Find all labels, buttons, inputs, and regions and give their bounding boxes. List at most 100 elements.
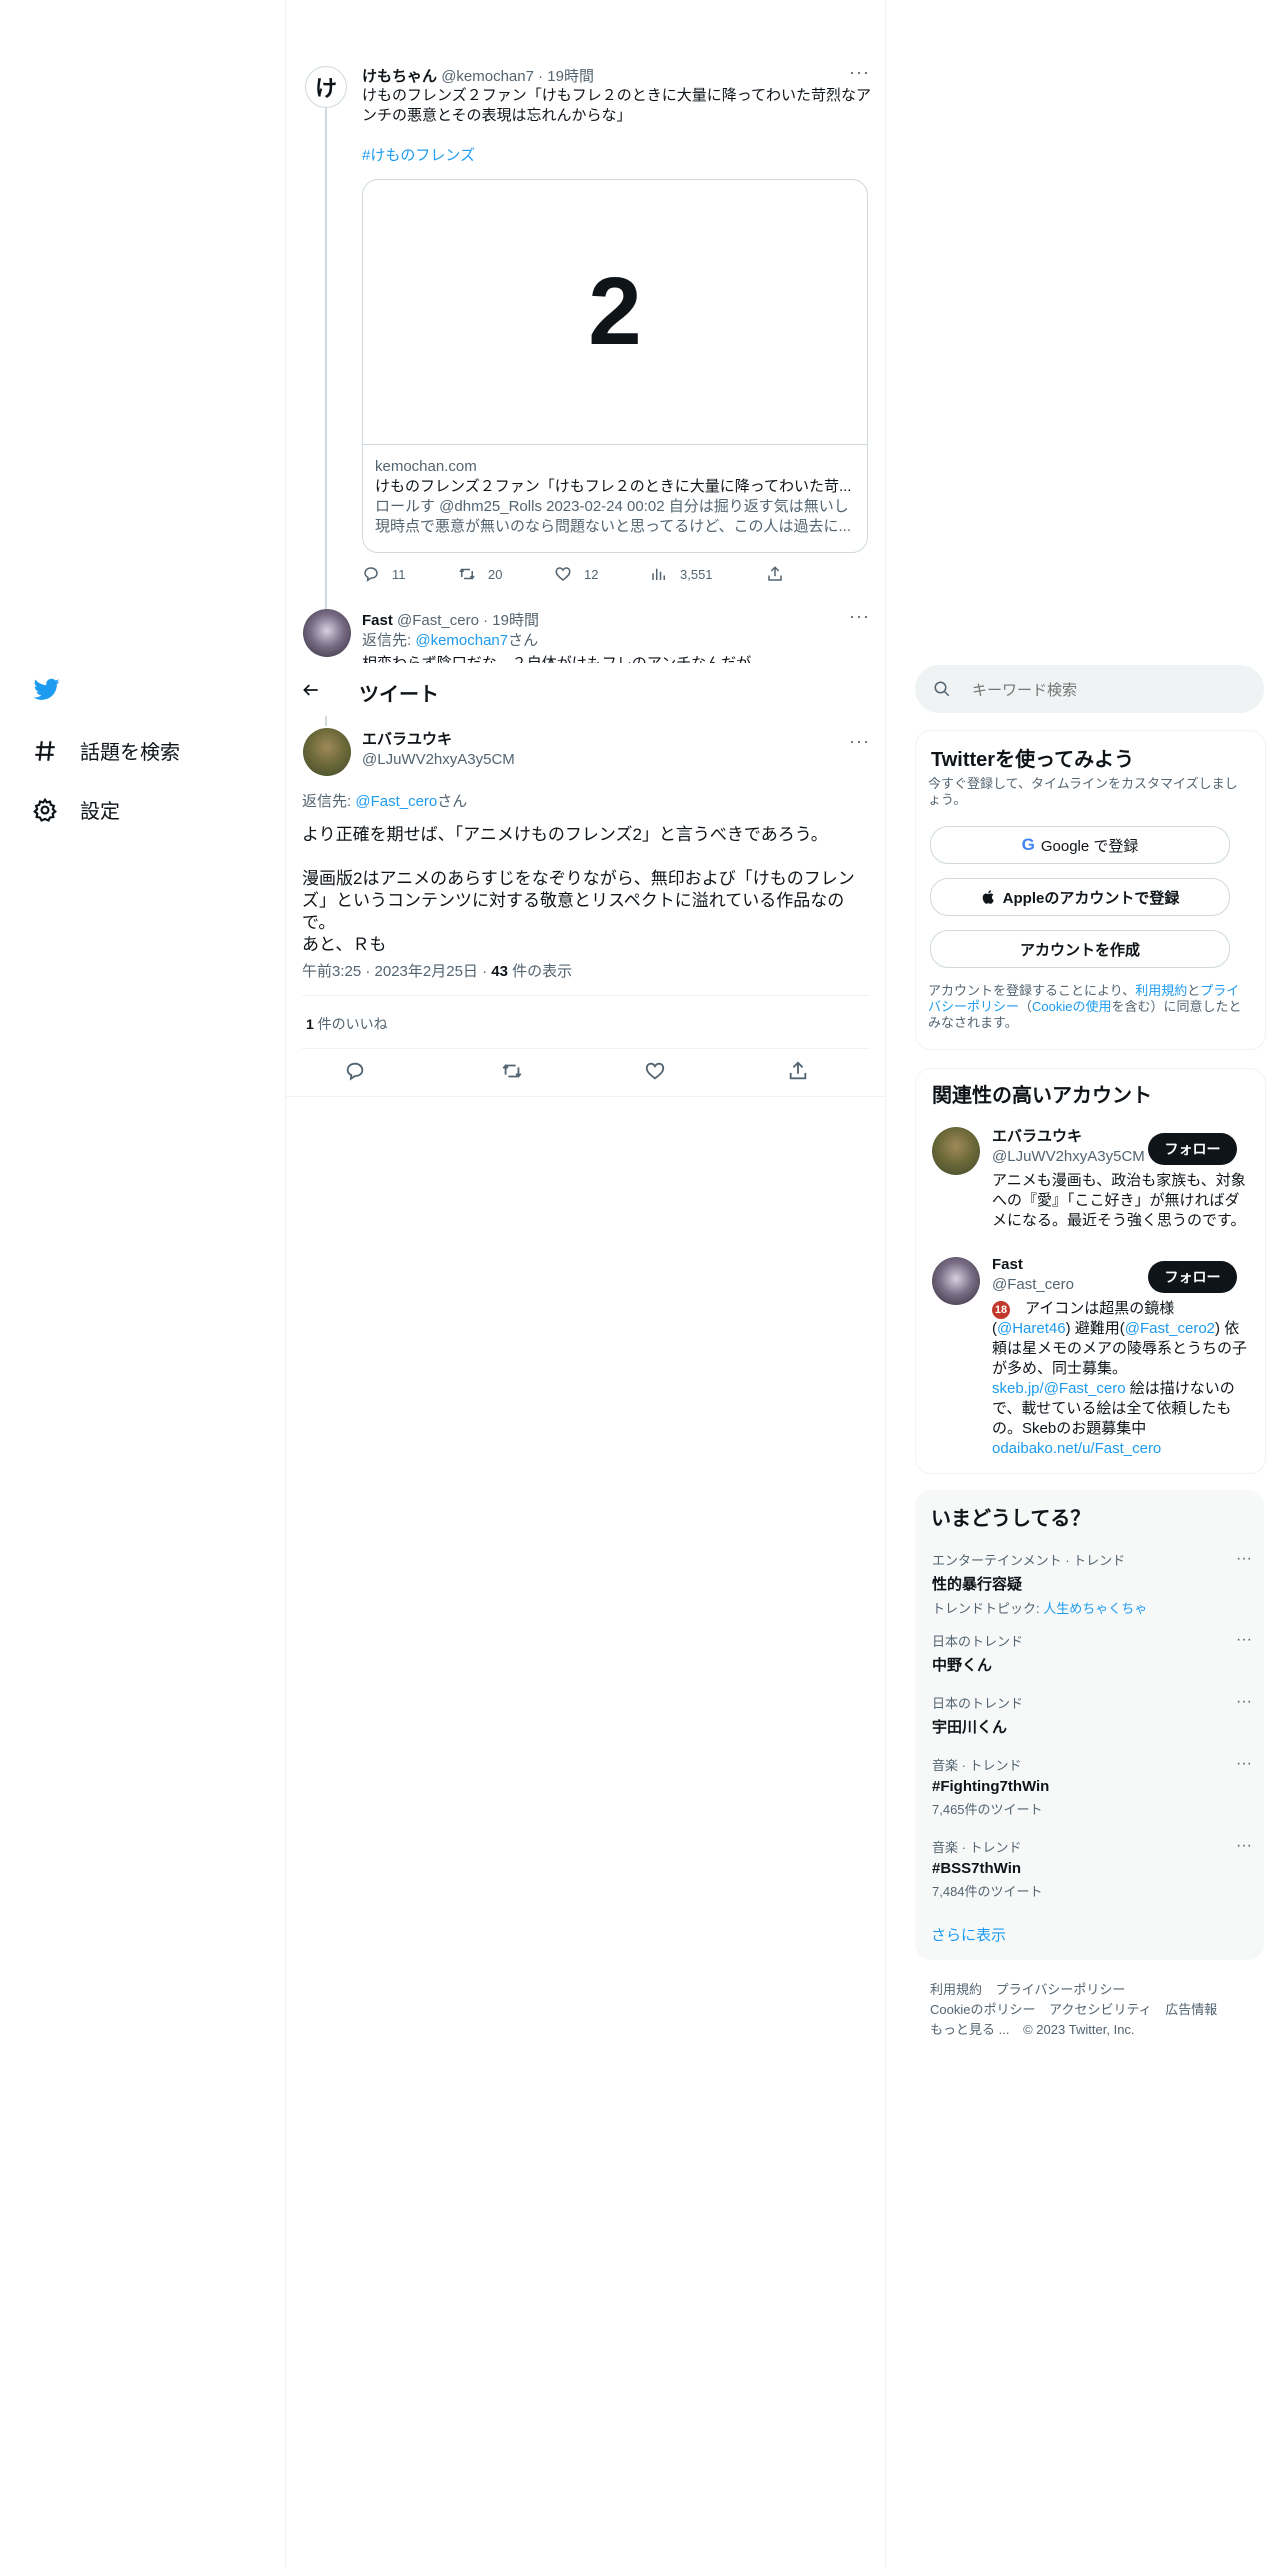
fast-avatar[interactable] xyxy=(303,609,351,657)
more-icon[interactable]: ··· xyxy=(849,62,870,83)
author-handle[interactable]: @LJuWV2hxyA3y5CM xyxy=(362,750,515,770)
more-icon[interactable]: ··· xyxy=(849,731,870,752)
share-icon[interactable] xyxy=(787,1060,809,1082)
author-handle[interactable]: @Fast_cero xyxy=(397,612,479,629)
more-icon[interactable]: ··· xyxy=(1236,1550,1252,1568)
thread-line xyxy=(325,716,327,726)
footer-cookie[interactable]: Cookieのポリシー xyxy=(930,2002,1035,2017)
reply-icon[interactable] xyxy=(344,1060,366,1082)
trends-title: いまどうしてる？ xyxy=(931,1508,1091,1530)
follow-button[interactable]: フォロー xyxy=(1148,1133,1237,1165)
footer-privacy[interactable]: プライバシーポリシー xyxy=(996,1982,1126,1997)
quoted-tweet-header: けもちゃん @kemochan7 · 19時間 xyxy=(362,65,594,86)
more-icon[interactable]: ··· xyxy=(1236,1755,1252,1773)
nav-settings[interactable]: 設定 xyxy=(32,795,120,824)
author-name[interactable]: Fast xyxy=(362,612,393,629)
ebara-avatar[interactable] xyxy=(303,728,351,776)
reply-to-link[interactable]: @Fast_cero xyxy=(355,793,437,810)
likes-count[interactable]: 1 件のいいね xyxy=(306,1014,388,1034)
follow-button[interactable]: フォロー xyxy=(1148,1261,1237,1293)
tweet-time[interactable]: · 19時間 xyxy=(483,612,539,629)
footer-links: 利用規約 プライバシーポリシー Cookieのポリシー アクセシビリティ 広告情… xyxy=(930,1980,1260,2040)
views-button[interactable]: 3,551 xyxy=(650,565,766,583)
more-icon[interactable]: ··· xyxy=(1236,1837,1252,1855)
nav-explore[interactable]: 話題を検索 xyxy=(32,736,180,765)
retweet-button[interactable]: 20 xyxy=(458,565,554,583)
trend-item[interactable]: 音楽 · トレンド #Fighting7thWin 7,465件のツイート ··… xyxy=(932,1755,1252,1818)
show-more-link[interactable]: さらに表示 xyxy=(931,1924,1006,1945)
skeb-link[interactable]: skeb.jp/@Fast_cero xyxy=(992,1380,1126,1397)
google-icon: G xyxy=(1021,835,1035,854)
signup-panel: Twitterを使ってみよう 今すぐ登録して、タイムラインをカスタマイズしましょ… xyxy=(915,730,1266,1050)
age-badge-icon: 18 xyxy=(992,1301,1010,1319)
share-icon xyxy=(768,566,782,581)
link-card[interactable]: 2 kemochan.com けものフレンズ２ファン「けもフレ２のときに大量に降… xyxy=(362,179,868,553)
create-account-button[interactable]: アカウントを作成 xyxy=(930,930,1230,968)
main-tweet-author: エバラユウキ @LJuWV2hxyA3y5CM xyxy=(362,730,515,770)
twitter-logo-icon[interactable] xyxy=(32,676,62,702)
search-input[interactable] xyxy=(970,677,1244,703)
reply-to-line: 返信先: @kemochan7さん xyxy=(362,632,539,649)
thread-line xyxy=(325,96,327,616)
page-title: ツイート xyxy=(359,684,439,706)
footer-more[interactable]: もっと見る ... xyxy=(930,2022,1009,2037)
reply-tweet-header: Fast @Fast_cero · 19時間 xyxy=(362,609,539,630)
account-bio: 18 アイコンは超黒の鏡様(@Haret46) 避難用(@Fast_cero2)… xyxy=(992,1300,1248,1457)
reply-to-line: 返信先: @Fast_ceroさん xyxy=(302,793,468,810)
tweet-timestamp[interactable]: 午前3:25 · 2023年2月25日 · 43 件の表示 xyxy=(302,960,572,981)
main-column: け けもちゃん @kemochan7 · 19時間 ··· けものフレンズ２ファ… xyxy=(285,0,886,2568)
footer-accessibility[interactable]: アクセシビリティ xyxy=(1049,2002,1152,2017)
quoted-tweet-actions: 11 20 12 3,551 xyxy=(362,565,796,583)
retweet-icon[interactable] xyxy=(501,1060,523,1082)
tweet-header-bar: ツイート xyxy=(286,663,885,716)
footer-ads[interactable]: 広告情報 xyxy=(1165,2002,1217,2017)
footer-copyright: © 2023 Twitter, Inc. xyxy=(1023,2022,1135,2037)
cookie-link[interactable]: Cookieの使用 xyxy=(1032,999,1111,1014)
card-domain: kemochan.com xyxy=(375,458,477,475)
share-button[interactable] xyxy=(766,565,796,583)
more-icon[interactable]: ··· xyxy=(849,606,870,627)
more-icon[interactable]: ··· xyxy=(1236,1693,1252,1711)
mention-link[interactable]: @Haret46 xyxy=(997,1320,1066,1337)
retweet-icon xyxy=(459,568,475,580)
odaibako-link[interactable]: odaibako.net/u/Fast_cero xyxy=(992,1440,1161,1457)
search-icon xyxy=(934,681,950,697)
account-bio: アニメも漫画も、政治も家族も、対象への『愛』「ここ好き」が無ければダメになる。最… xyxy=(992,1172,1246,1229)
trend-topic-link[interactable]: 人生めちゃくちゃ xyxy=(1043,1601,1147,1616)
terms-link[interactable]: 利用規約 xyxy=(1135,983,1187,998)
more-icon[interactable]: ··· xyxy=(1236,1631,1252,1649)
fast-avatar[interactable] xyxy=(932,1257,980,1305)
kemochan-avatar[interactable]: け xyxy=(305,66,347,108)
search-bar[interactable] xyxy=(915,665,1264,713)
trend-item[interactable]: エンターテインメント · トレンド 性的暴行容疑 トレンドトピック: 人生めちゃ… xyxy=(932,1550,1252,1617)
related-accounts-panel: 関連性の高いアカウント エバラユウキ @LJuWV2hxyA3y5CM アニメも… xyxy=(915,1068,1266,1474)
back-arrow-icon[interactable] xyxy=(301,680,321,700)
reply-to-link[interactable]: @kemochan7 xyxy=(415,632,508,649)
hashtag-icon xyxy=(35,740,55,761)
like-button[interactable]: 12 xyxy=(554,565,650,583)
card-image: 2 xyxy=(363,180,867,445)
hashtag-link[interactable]: #けものフレンズ xyxy=(362,146,475,166)
gear-icon xyxy=(33,797,57,822)
ebara-avatar[interactable] xyxy=(932,1127,980,1175)
nav-settings-label: 設定 xyxy=(80,801,120,823)
trend-item[interactable]: 日本のトレンド 中野くん ··· xyxy=(932,1631,1252,1675)
mention-link[interactable]: @Fast_cero2 xyxy=(1125,1320,1215,1337)
author-name[interactable]: エバラユウキ xyxy=(362,730,515,750)
reply-button[interactable]: 11 xyxy=(362,565,458,583)
trend-item[interactable]: 音楽 · トレンド #BSS7thWin 7,484件のツイート ··· xyxy=(932,1837,1252,1900)
heart-icon[interactable] xyxy=(644,1060,666,1082)
views-icon xyxy=(652,568,665,580)
tweet-time[interactable]: · 19時間 xyxy=(538,68,594,85)
trends-panel: いまどうしてる？ エンターテインメント · トレンド 性的暴行容疑 トレンドトピ… xyxy=(915,1490,1264,1960)
card-title: けものフレンズ２ファン「けもフレ２のときに大量に降ってわいた苛... xyxy=(375,478,852,495)
footer-terms[interactable]: 利用規約 xyxy=(930,1982,982,1997)
author-handle[interactable]: @kemochan7 xyxy=(441,68,534,85)
apple-icon xyxy=(982,890,994,904)
signup-subtitle: 今すぐ登録して、タイムラインをカスタマイズしましょう。 xyxy=(928,776,1238,807)
apple-signup-button[interactable]: Appleのアカウントで登録 xyxy=(930,878,1230,916)
google-signup-button[interactable]: G Google で登録 xyxy=(930,826,1230,864)
author-name[interactable]: けもちゃん xyxy=(362,68,437,85)
nav-explore-label: 話題を検索 xyxy=(80,742,180,764)
trend-item[interactable]: 日本のトレンド 宇田川くん ··· xyxy=(932,1693,1252,1737)
